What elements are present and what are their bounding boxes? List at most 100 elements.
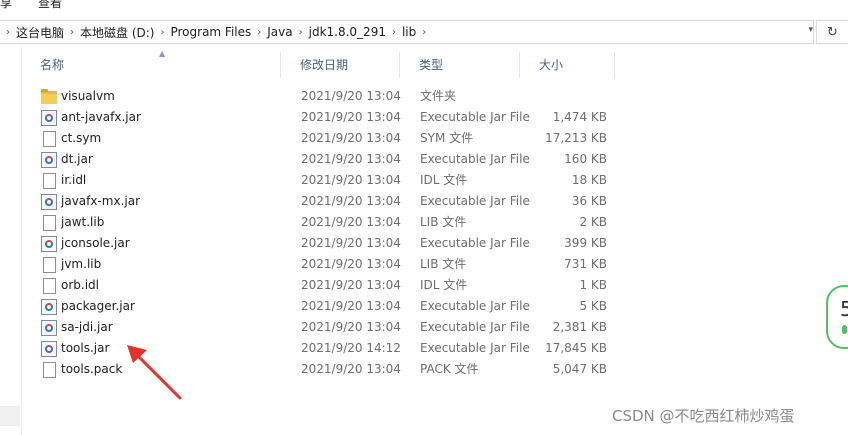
file-name: tools.jar xyxy=(61,341,110,355)
file-size xyxy=(501,86,607,107)
chevron-right-icon[interactable]: › xyxy=(416,27,432,38)
file-modified: 2021/9/20 14:12 xyxy=(301,341,401,355)
file-modified: 2021/9/20 13:04 xyxy=(301,362,401,376)
file-size: 160 KB xyxy=(564,152,607,166)
file-modified: 2021/9/20 13:04 xyxy=(301,152,401,166)
file-row[interactable]: packager.jar 2021/9/20 13:04 Executable … xyxy=(21,296,621,317)
jar-icon xyxy=(41,319,57,336)
file-name: tools.pack xyxy=(61,362,123,376)
file-type: IDL 文件 xyxy=(420,173,468,187)
jar-icon xyxy=(41,151,57,168)
refresh-icon: ↻ xyxy=(827,24,838,40)
file-name: ct.sym xyxy=(61,131,102,145)
file-name: ir.idl xyxy=(61,173,87,187)
red-arrow-icon xyxy=(127,345,182,400)
file-type: IDL 文件 xyxy=(420,278,468,292)
column-size[interactable]: 大小 xyxy=(520,52,615,78)
file-row[interactable]: jconsole.jar 2021/9/20 13:04 Executable … xyxy=(21,233,621,254)
badge-number: 5 xyxy=(840,297,848,321)
file-size: 5,047 KB xyxy=(552,362,607,376)
address-row: › 这台电脑 › 本地磁盘 (D:) › Program Files › Jav… xyxy=(0,19,848,46)
file-modified: 2021/9/20 13:04 xyxy=(301,194,401,208)
file-name: orb.idl xyxy=(61,278,99,292)
jar-icon xyxy=(41,235,57,252)
file-row[interactable]: jvm.lib 2021/9/20 13:04 LIB 文件 731 KB xyxy=(21,254,621,275)
file-size: 18 KB xyxy=(571,173,607,187)
file-row[interactable]: dt.jar 2021/9/20 13:04 Executable Jar Fi… xyxy=(21,149,621,170)
file-size: 17,213 KB xyxy=(545,131,607,145)
crumb-program-files[interactable]: Program Files xyxy=(170,25,251,39)
file-name: jconsole.jar xyxy=(61,236,130,250)
column-type[interactable]: 类型 xyxy=(400,52,520,78)
file-name: javafx-mx.jar xyxy=(61,194,141,208)
file-row[interactable]: ct.sym 2021/9/20 13:04 SYM 文件 17,213 KB xyxy=(21,128,621,149)
file-size: 1 KB xyxy=(579,278,607,292)
file-type: LIB 文件 xyxy=(420,215,467,229)
file-modified: 2021/9/20 13:04 xyxy=(301,173,401,187)
crumb-this-pc[interactable]: 这台电脑 xyxy=(16,24,64,41)
sort-up-icon: ▲ xyxy=(159,49,166,58)
floating-badge[interactable]: 5 xyxy=(826,285,848,349)
file-name: sa-jdi.jar xyxy=(61,320,113,334)
file-row[interactable]: orb.idl 2021/9/20 13:04 IDL 文件 1 KB xyxy=(21,275,621,296)
chevron-down-icon[interactable]: ▾ xyxy=(808,25,813,35)
file-size: 731 KB xyxy=(564,257,607,271)
file-size: 1,474 KB xyxy=(552,110,607,124)
scrollbar[interactable] xyxy=(0,406,20,426)
file-list: visualvm 2021/9/20 13:04 文件夹 ant-javafx.… xyxy=(21,86,621,380)
leaf-icon xyxy=(842,325,847,334)
navigation-pane[interactable] xyxy=(0,46,22,435)
crumb-drive[interactable]: 本地磁盘 (D:) xyxy=(80,24,154,41)
jar-icon xyxy=(41,193,57,210)
menu-item-share[interactable]: 享 xyxy=(0,0,12,11)
file-icon xyxy=(43,277,56,294)
address-bar[interactable]: › 这台电脑 › 本地磁盘 (D:) › Program Files › Jav… xyxy=(0,20,814,44)
column-modified[interactable]: 修改日期 xyxy=(281,52,400,78)
crumb-lib[interactable]: lib xyxy=(402,25,416,39)
file-row[interactable]: ir.idl 2021/9/20 13:04 IDL 文件 18 KB xyxy=(21,170,621,191)
folder-icon xyxy=(41,89,57,104)
crumb-java[interactable]: Java xyxy=(267,25,292,39)
column-type-label: 类型 xyxy=(419,58,444,72)
file-modified: 2021/9/20 13:04 xyxy=(301,257,401,271)
file-size: 17,845 KB xyxy=(545,341,607,355)
file-name: jvm.lib xyxy=(61,257,102,271)
file-modified: 2021/9/20 13:04 xyxy=(301,278,401,292)
file-size: 399 KB xyxy=(564,236,607,250)
file-icon xyxy=(43,172,56,189)
file-row[interactable]: visualvm 2021/9/20 13:04 文件夹 xyxy=(21,86,621,107)
file-row[interactable]: sa-jdi.jar 2021/9/20 13:04 Executable Ja… xyxy=(21,317,621,338)
file-modified: 2021/9/20 13:04 xyxy=(301,299,401,313)
file-row[interactable]: ant-javafx.jar 2021/9/20 13:04 Executabl… xyxy=(21,107,621,128)
jar-icon xyxy=(41,340,57,357)
crumb-jdk[interactable]: jdk1.8.0_291 xyxy=(309,25,386,39)
chevron-right-icon[interactable]: › xyxy=(154,27,170,38)
file-size: 36 KB xyxy=(571,194,607,208)
file-row[interactable]: jawt.lib 2021/9/20 13:04 LIB 文件 2 KB xyxy=(21,212,621,233)
file-row[interactable]: tools.pack 2021/9/20 13:04 PACK 文件 5,047… xyxy=(21,359,621,380)
column-name[interactable]: 名称 xyxy=(21,52,281,78)
chevron-right-icon[interactable]: › xyxy=(0,27,16,38)
column-modified-label: 修改日期 xyxy=(300,58,349,72)
file-type: PACK 文件 xyxy=(420,362,479,376)
menu-item-view[interactable]: 查看 xyxy=(38,0,62,11)
file-icon xyxy=(43,361,56,378)
file-size: 5 KB xyxy=(579,299,607,313)
chevron-right-icon[interactable]: › xyxy=(64,27,80,38)
file-type: SYM 文件 xyxy=(420,131,474,145)
menu-strip: 享 查看 xyxy=(0,0,848,12)
file-row[interactable]: javafx-mx.jar 2021/9/20 13:04 Executable… xyxy=(21,191,621,212)
file-modified: 2021/9/20 13:04 xyxy=(301,215,401,229)
file-size: 2,381 KB xyxy=(552,320,607,334)
column-size-label: 大小 xyxy=(539,58,564,72)
file-modified: 2021/9/20 13:04 xyxy=(301,320,401,334)
file-modified: 2021/9/20 13:04 xyxy=(301,110,401,124)
file-row[interactable]: tools.jar 2021/9/20 14:12 Executable Jar… xyxy=(21,338,621,359)
chevron-right-icon[interactable]: › xyxy=(251,27,267,38)
refresh-button[interactable]: ↻ xyxy=(816,20,848,44)
chevron-right-icon[interactable]: › xyxy=(293,27,309,38)
chevron-right-icon[interactable]: › xyxy=(386,27,402,38)
column-header: 名称 ▲ 修改日期 类型 大小 xyxy=(21,49,621,78)
file-type: 文件夹 xyxy=(420,89,457,103)
jar-icon xyxy=(41,298,57,315)
